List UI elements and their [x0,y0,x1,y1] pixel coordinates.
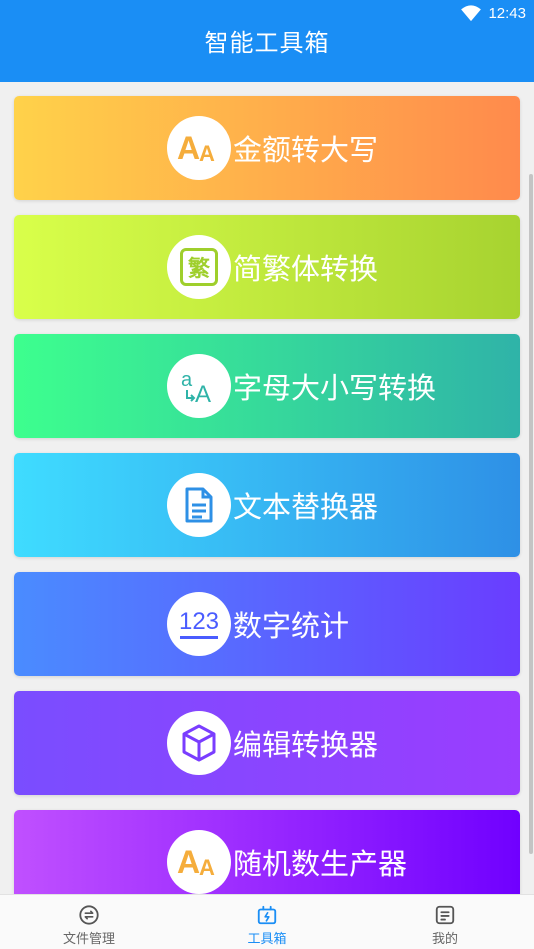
letter-case-icon: a A [167,354,231,418]
tool-card-simplified-traditional[interactable]: 繁 简繁体转换 [14,215,520,319]
tool-label: 文本替换器 [233,490,379,524]
traditional-char-icon: 繁 [167,235,231,299]
svg-text:A: A [199,855,215,879]
tool-label: 简繁体转换 [233,252,379,286]
font-aa-icon: A A [167,116,231,180]
nav-item-toolbox[interactable]: 工具箱 [178,895,356,949]
svg-text:A: A [177,845,200,879]
file-manage-icon [79,905,99,925]
nav-label: 我的 [431,932,458,947]
tool-label: 随机数生产器 [233,847,408,881]
tool-label: 金额转大写 [233,133,379,167]
status-time: 12:43 [488,4,526,22]
svg-text:A: A [199,141,215,165]
page-title: 智能工具箱 [204,29,330,57]
nav-item-profile[interactable]: 我的 [356,895,534,949]
tool-label: 编辑转换器 [233,728,379,762]
app-bar: 智能工具箱 [0,28,534,82]
nav-label: 文件管理 [62,932,115,947]
bottom-nav: 文件管理 工具箱 我的 [0,894,534,949]
tool-card-edit-converter[interactable]: 编辑转换器 [14,691,520,795]
tool-card-number-stats[interactable]: 123 数字统计 [14,572,520,676]
wifi-icon [461,5,482,22]
nav-label: 工具箱 [247,932,287,947]
tool-card-amount-uppercase[interactable]: A A 金额转大写 [14,96,520,200]
cube-icon [167,711,231,775]
svg-text:a: a [181,369,193,391]
number-123-glyph: 123 [178,607,220,635]
tool-card-random-number[interactable]: A A 随机数生产器 [14,810,520,894]
scrollbar[interactable] [529,174,533,854]
nav-item-file-manage[interactable]: 文件管理 [0,895,178,949]
tool-card-letter-case[interactable]: a A 字母大小写转换 [14,334,520,438]
tool-list[interactable]: A A 金额转大写 繁 简繁体转换 a A 字母大小写转换 文本替换器 123 … [0,82,534,894]
document-icon [167,473,231,537]
tool-label: 数字统计 [233,609,350,643]
font-aa-icon: A A [167,830,231,894]
tool-label: 字母大小写转换 [233,371,437,405]
traditional-char-glyph: 繁 [187,257,210,282]
status-bar: 12:43 [0,0,534,28]
svg-text:A: A [177,131,200,165]
tool-card-text-replace[interactable]: 文本替换器 [14,453,520,557]
profile-icon [435,905,455,925]
number-123-icon: 123 [167,592,231,656]
toolbox-icon [257,905,277,925]
svg-text:A: A [195,381,211,408]
